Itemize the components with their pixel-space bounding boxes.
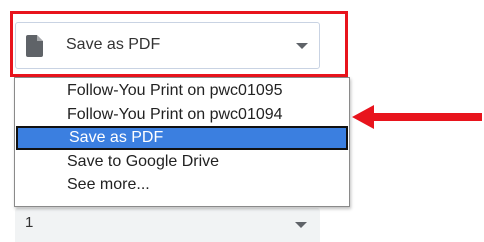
dropdown-option-save-as-pdf[interactable]: Save as PDF bbox=[16, 126, 348, 150]
pages-select-value: 1 bbox=[25, 214, 34, 231]
print-dialog-fragment: Save as PDF 1 Follow-You Print on pwc010… bbox=[0, 0, 484, 242]
chevron-down-icon[interactable] bbox=[295, 222, 307, 228]
destination-dropdown-list: Follow-You Print on pwc01095 Follow-You … bbox=[14, 77, 350, 207]
annotation-highlight-box bbox=[10, 11, 348, 77]
annotation-arrow-icon bbox=[352, 105, 482, 129]
dropdown-option-follow-you-pwc01095[interactable]: Follow-You Print on pwc01095 bbox=[16, 79, 348, 103]
dropdown-option-save-to-google-drive[interactable]: Save to Google Drive bbox=[16, 150, 348, 174]
dropdown-option-see-more[interactable]: See more... bbox=[16, 173, 348, 197]
dropdown-option-follow-you-pwc01094[interactable]: Follow-You Print on pwc01094 bbox=[16, 103, 348, 127]
pages-select[interactable]: 1 bbox=[15, 208, 320, 242]
